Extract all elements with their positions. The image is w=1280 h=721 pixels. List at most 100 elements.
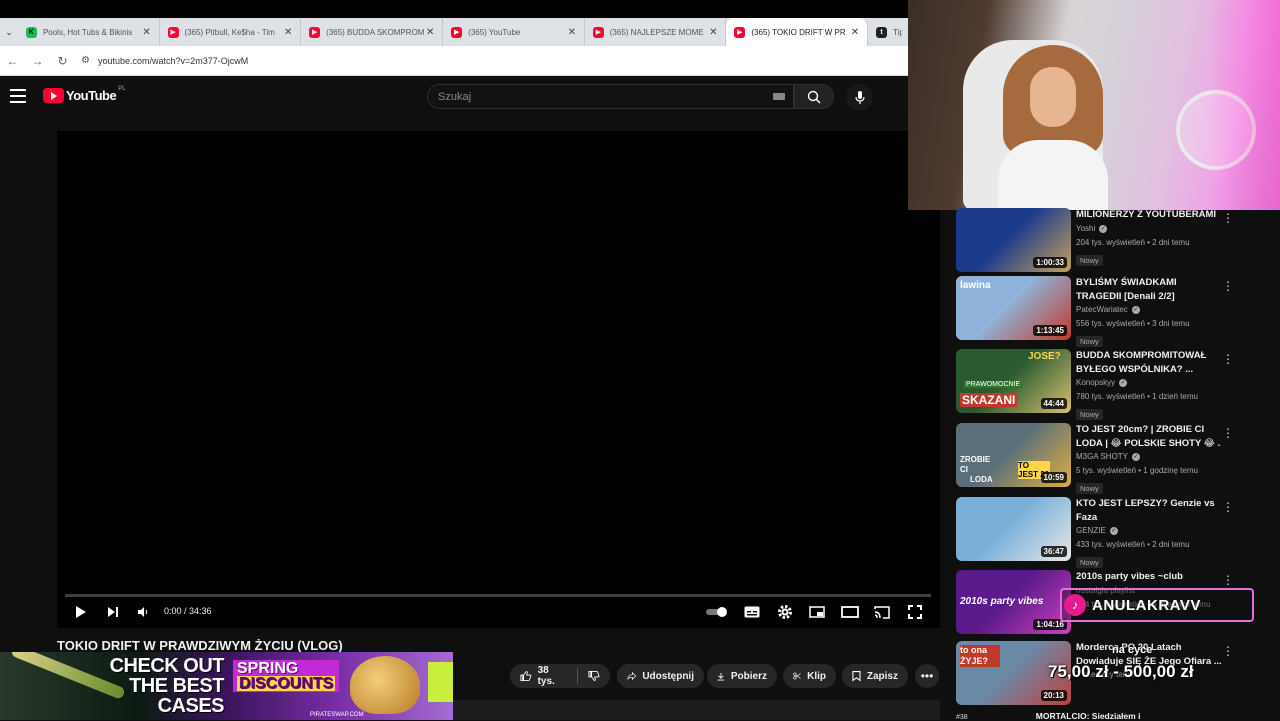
scissors-icon bbox=[793, 672, 801, 680]
video-title-line2[interactable]: TRAGEDII [Denali 2/2] bbox=[1076, 290, 1221, 304]
donation-alert: ♪ ANULAKRAVV bbox=[1060, 588, 1254, 622]
channel-name[interactable]: M3GA SHOTY ✓ bbox=[1076, 450, 1221, 464]
recommended-video[interactable]: ZROBIE CI LODA TO JEST 20 10:59 TO JEST 20cm… bbox=[956, 423, 1240, 494]
like-dislike-group: 38 tys. bbox=[510, 664, 610, 688]
video-thumbnail[interactable]: JOSE? PRAWOMOCNIE SKAZANI 44:44 bbox=[956, 349, 1071, 413]
browser-tab[interactable]: ▶ (365) YouTube ✕ bbox=[443, 18, 585, 46]
ad-banner[interactable]: CHECK OUT THE BEST CASES SPRING DISCOUNT… bbox=[0, 652, 453, 720]
address-bar: ← → ↻ ⚙ youtube.com/watch?v=2m377-OjcwM bbox=[0, 46, 908, 76]
view-count: 5 tys. wyświetleń • 1 godzinę temu bbox=[1076, 466, 1198, 475]
video-title[interactable]: BYLIŚMY ŚWIADKAMI bbox=[1076, 276, 1221, 290]
miniplayer-button[interactable] bbox=[808, 603, 826, 621]
ad-promo: SPRING DISCOUNTS bbox=[233, 660, 340, 692]
duration-badge: 44:44 bbox=[1040, 398, 1067, 409]
more-actions-button[interactable]: ••• bbox=[915, 664, 939, 688]
close-tab-icon[interactable]: ✕ bbox=[849, 27, 861, 38]
tab-search-dropdown-icon[interactable]: ⌄ bbox=[0, 18, 18, 46]
close-tab-icon[interactable]: ✕ bbox=[566, 27, 578, 38]
recommended-video[interactable]: lawina 1:13:45 BYLIŚMY ŚWIADKAMI TRAGEDII [… bbox=[956, 276, 1240, 347]
recommended-video[interactable]: 36:47 KTO JEST LEPSZY? Genzie vs Faza GENZI… bbox=[956, 497, 1240, 568]
new-badge: Nowy bbox=[1076, 409, 1103, 420]
channel-name[interactable]: GENZIE ✓ bbox=[1076, 524, 1221, 538]
theater-mode-button[interactable] bbox=[840, 603, 860, 621]
video-title[interactable]: 2010s party vibes ~club bbox=[1076, 570, 1221, 584]
progress-bar[interactable] bbox=[65, 594, 931, 597]
recommended-video[interactable]: 1:00:33 MILIONERZY Z YOUTUBERAMI Yoshi ✓ 204… bbox=[956, 208, 1240, 278]
settings-button[interactable] bbox=[776, 603, 794, 621]
like-button[interactable]: 38 tys. bbox=[520, 665, 565, 687]
view-count: 204 tys. wyświetleń • 2 dni temu bbox=[1076, 237, 1190, 247]
menu-icon[interactable] bbox=[10, 89, 26, 103]
share-button[interactable]: Udostępnij bbox=[617, 664, 704, 688]
thumbs-down-icon[interactable] bbox=[588, 670, 600, 682]
video-thumbnail[interactable]: 2010s party vibes 1:04:16 bbox=[956, 570, 1071, 634]
forward-icon[interactable]: → bbox=[25, 54, 50, 68]
view-count: 556 tys. wyświetleń • 3 dni temu bbox=[1076, 319, 1190, 328]
new-badge: Nowy bbox=[1076, 254, 1103, 266]
more-vertical-icon[interactable]: ⋮ bbox=[1222, 574, 1234, 586]
more-vertical-icon[interactable]: ⋮ bbox=[1222, 353, 1234, 365]
tab-title: (365) NAJLEPSZE MOME bbox=[609, 27, 704, 37]
video-title[interactable]: MILIONERZY Z YOUTUBERAMI bbox=[1076, 208, 1221, 222]
new-badge: Nowy bbox=[1076, 483, 1103, 494]
youtube-icon: ▶ bbox=[451, 26, 463, 38]
back-icon[interactable]: ← bbox=[0, 54, 25, 68]
video-title[interactable]: KTO JEST LEPSZY? Genzie vs bbox=[1076, 497, 1221, 511]
close-tab-icon[interactable]: ✕ bbox=[282, 27, 294, 38]
more-vertical-icon[interactable]: ⋮ bbox=[1222, 645, 1234, 657]
play-button[interactable] bbox=[72, 603, 90, 621]
browser-tab[interactable]: t Tipp bbox=[868, 18, 908, 46]
site-settings-icon[interactable]: ⚙ bbox=[81, 55, 90, 66]
close-tab-icon[interactable]: ✕ bbox=[141, 27, 153, 38]
video-thumbnail[interactable]: ZROBIE CI LODA TO JEST 20 10:59 bbox=[956, 423, 1071, 487]
download-icon bbox=[717, 672, 725, 681]
browser-tab-active[interactable]: ▶ (365) TOKIO DRIFT W PR ✕ bbox=[726, 18, 868, 46]
search-input[interactable]: Szukaj bbox=[427, 84, 794, 109]
video-thumbnail[interactable]: 36:47 bbox=[956, 497, 1071, 561]
url-field[interactable]: ⚙ youtube.com/watch?v=2m377-OjcwM bbox=[81, 55, 248, 66]
next-button[interactable] bbox=[104, 603, 122, 621]
video-player[interactable] bbox=[57, 131, 940, 628]
channel-label: GENZIE bbox=[1076, 526, 1106, 535]
more-vertical-icon[interactable]: ⋮ bbox=[1222, 501, 1234, 513]
voice-search-button[interactable] bbox=[846, 84, 873, 111]
streamer-face bbox=[1030, 67, 1076, 127]
video-title-line2[interactable]: LODA | 😂 POLSKIE SHOTY 😂 ... bbox=[1076, 437, 1221, 451]
video-title[interactable]: BUDDA SKOMPROMITOWAŁ bbox=[1076, 349, 1221, 363]
keyboard-icon[interactable] bbox=[773, 93, 785, 100]
reload-icon[interactable]: ↻ bbox=[50, 54, 75, 68]
download-button[interactable]: Pobierz bbox=[707, 664, 777, 688]
more-vertical-icon[interactable]: ⋮ bbox=[1222, 212, 1234, 224]
mute-button[interactable] bbox=[136, 603, 150, 621]
channel-name[interactable]: Konopskyy ✓ bbox=[1076, 376, 1221, 390]
fullscreen-button[interactable] bbox=[906, 603, 924, 621]
video-thumbnail[interactable]: lawina 1:13:45 bbox=[956, 276, 1071, 340]
channel-name[interactable]: Yoshi ✓ bbox=[1076, 222, 1221, 236]
description-box[interactable] bbox=[450, 700, 940, 720]
subtitles-button[interactable] bbox=[743, 603, 761, 621]
video-title[interactable]: TO JEST 20cm? | ZROBIE CI bbox=[1076, 423, 1221, 437]
donor-name: ANULAKRAVV bbox=[1092, 596, 1201, 614]
video-thumbnail[interactable]: 1:00:33 bbox=[956, 208, 1071, 272]
clip-button[interactable]: Klip bbox=[783, 664, 836, 688]
cast-button[interactable] bbox=[873, 603, 891, 621]
youtube-logo[interactable]: YouTube PL bbox=[43, 86, 126, 103]
save-button[interactable]: Zapisz bbox=[842, 664, 908, 688]
video-title-line2[interactable]: Faza bbox=[1076, 511, 1221, 525]
browser-tab[interactable]: K Pools, Hot Tubs & Bikinis ✕ bbox=[18, 18, 160, 46]
video-title-line2[interactable]: BYŁEGO WSPÓLNIKA? ... bbox=[1076, 363, 1221, 377]
browser-tab[interactable]: ▶ (365) NAJLEPSZE MOME ✕ bbox=[585, 18, 727, 46]
browser-tab[interactable]: ▶ (365) Pitbull, Ke$ha - Tim ✕ bbox=[160, 18, 302, 46]
browser-tab[interactable]: ▶ (365) BUDDA SKOMPROM ✕ bbox=[301, 18, 444, 46]
close-tab-icon[interactable]: ✕ bbox=[424, 27, 436, 38]
search-button[interactable] bbox=[794, 84, 834, 109]
close-tab-icon[interactable]: ✕ bbox=[707, 27, 719, 38]
channel-name[interactable]: PatecWariatec ✓ bbox=[1076, 303, 1221, 317]
autoplay-toggle[interactable] bbox=[705, 603, 729, 621]
thumb-text: to ona ŻYJE? bbox=[960, 645, 1000, 667]
recommended-video[interactable]: JOSE? PRAWOMOCNIE SKAZANI 44:44 BUDDA SKOMPR… bbox=[956, 349, 1240, 420]
view-count: 433 tys. wyświetleń • 2 dni temu bbox=[1076, 540, 1190, 549]
duration-badge: 20:13 bbox=[1040, 690, 1067, 701]
more-vertical-icon[interactable]: ⋮ bbox=[1222, 427, 1234, 439]
more-vertical-icon[interactable]: ⋮ bbox=[1222, 280, 1234, 292]
